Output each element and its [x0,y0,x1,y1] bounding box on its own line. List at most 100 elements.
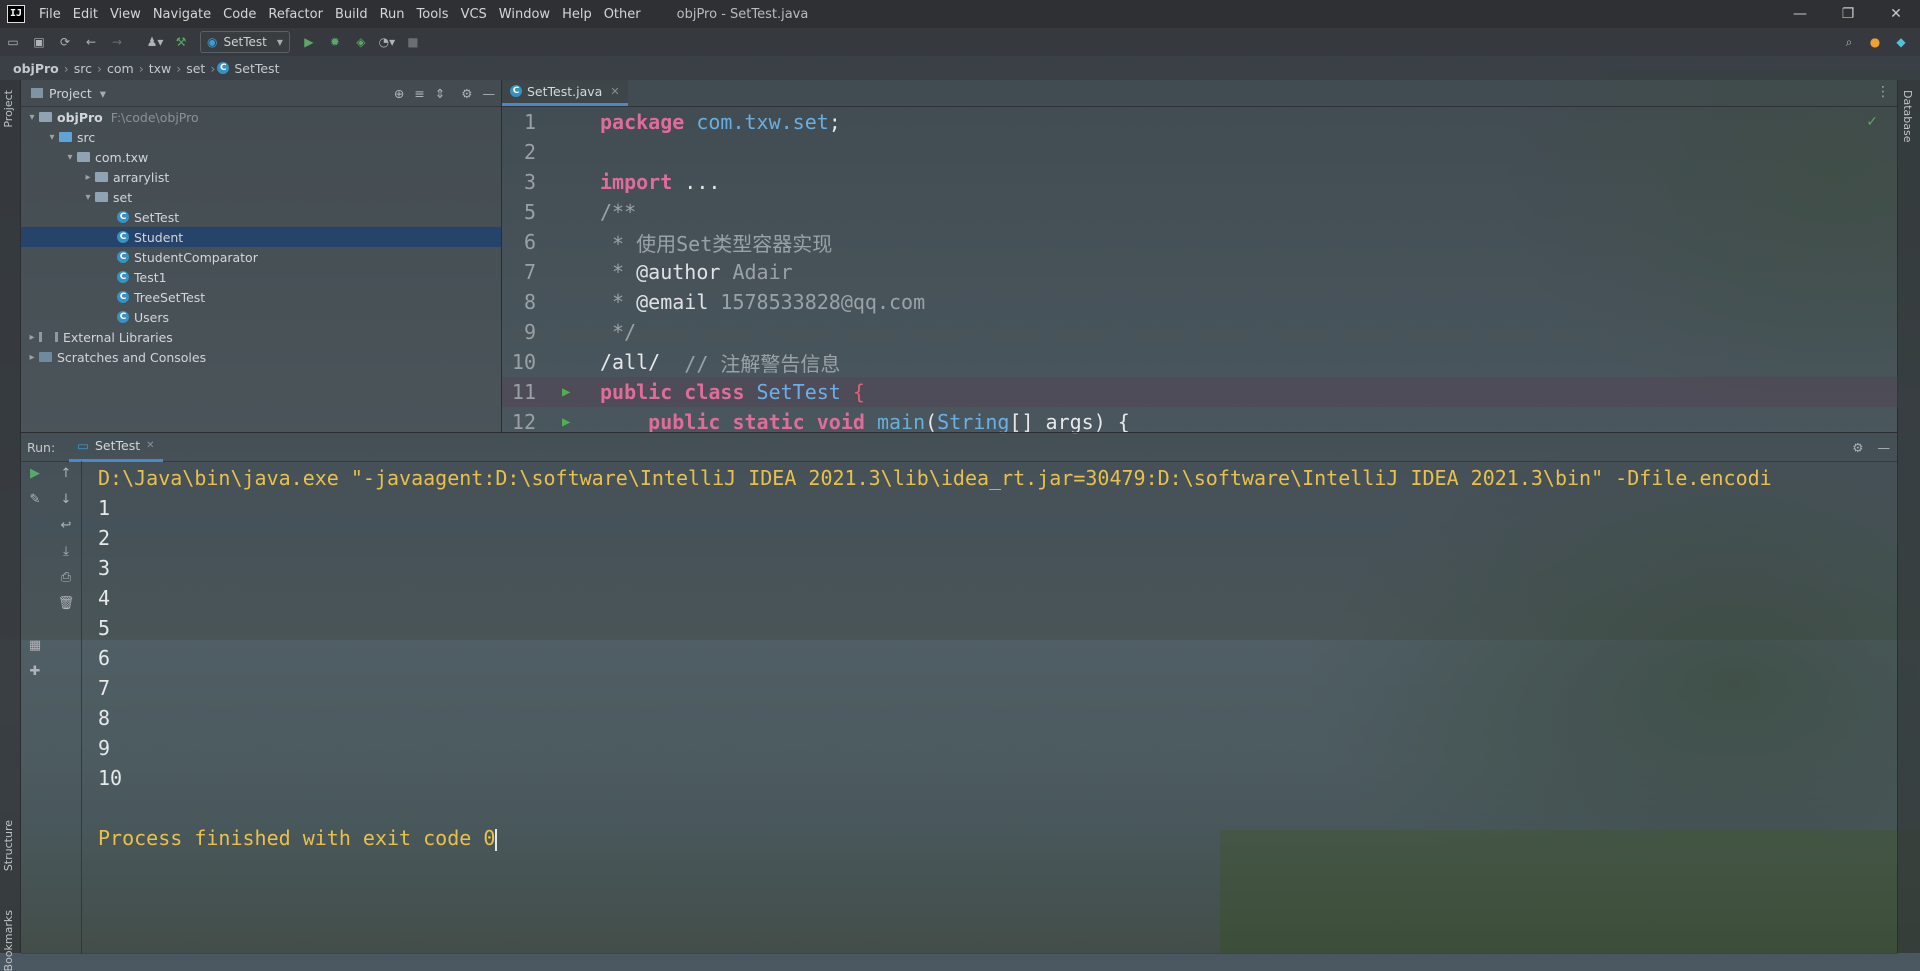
code-editor[interactable]: 1 package com.txw.set; 2 3 import ... 5 /** 6 *… [502,107,1898,437]
soft-wrap-icon[interactable]: ↩ [51,513,81,539]
sync-icon[interactable]: ⟳ [54,32,76,52]
breadcrumb-project[interactable]: objPro [10,61,62,76]
code-line[interactable]: 9 */ [502,317,1898,347]
tree-item-class[interactable]: C SetTest [21,207,501,227]
open-folder-icon[interactable]: ▭ [2,32,24,52]
code-line[interactable]: 6 * 使用Set类型容器实现 [502,227,1898,257]
code-line[interactable]: 10/all/ // 注解警告信息 [502,347,1898,377]
menu-run[interactable]: Run [374,7,411,22]
run-gutter-icon[interactable]: ▶ [562,384,600,400]
menu-window[interactable]: Window [493,7,556,22]
code-line[interactable]: 7 * @author Adair [502,257,1898,287]
expand-all-icon[interactable]: ≡ [414,86,424,101]
menu-edit[interactable]: Edit [67,7,104,22]
console-output[interactable]: D:\Java\bin\java.exe "-javaagent:D:\soft… [98,463,1894,954]
chevron-right-icon[interactable]: ▸ [25,332,39,343]
run-tab-settest[interactable]: ▭ SetTest ✕ [69,433,163,462]
menu-vcs[interactable]: VCS [455,7,493,22]
code-line[interactable]: 8 * @email 1578533828@qq.com [502,287,1898,317]
chevron-right-icon[interactable]: ▸ [25,352,39,363]
tree-item-class[interactable]: C Users [21,307,501,327]
chevron-down-icon[interactable]: ▾ [63,152,77,163]
code-line[interactable]: 1 package com.txw.set; [502,107,1898,137]
code-line[interactable]: 2 [502,137,1898,167]
database-tool-tab[interactable]: Database [1901,90,1914,143]
back-arrow-icon[interactable]: ← [80,32,102,52]
forward-arrow-icon[interactable]: → [106,32,128,52]
tree-item-src[interactable]: ▾ src [21,127,501,147]
down-arrow-icon[interactable]: ↓ [51,487,81,513]
tree-item-class[interactable]: C StudentComparator [21,247,501,267]
tree-item-set[interactable]: ▾ set [21,187,501,207]
run-configuration-select[interactable]: ◉ SetTest ▾ [200,31,290,53]
tree-item-class[interactable]: C Test1 [21,267,501,287]
scroll-to-end-icon[interactable]: ⤓ [51,539,81,565]
print-icon[interactable]: ⎙ [51,565,81,591]
run-icon[interactable]: ▶ [298,32,320,52]
tab-settest-java[interactable]: C SetTest.java ✕ [502,79,628,106]
trash-icon[interactable]: 🗑 [51,591,81,617]
project-view-select[interactable]: Project [49,86,92,101]
minimize-button[interactable]: — [1776,0,1824,28]
hide-icon[interactable]: — [483,86,496,101]
vcs-user-icon[interactable]: ♟▾ [144,32,166,52]
build-hammer-icon[interactable]: ⚒ [170,32,192,52]
bookmarks-tool-tab[interactable]: Bookmarks [2,910,15,971]
tree-item-scratches[interactable]: ▸ Scratches and Consoles [21,347,501,367]
gear-icon[interactable]: ⚙ [461,86,472,101]
tree-item-class[interactable]: C Student [21,227,501,247]
chevron-down-icon[interactable]: ▾ [100,86,106,101]
menu-other[interactable]: Other [598,7,647,22]
save-all-icon[interactable]: ▣ [28,32,50,52]
tree-item-class[interactable]: C TreeSetTest [21,287,501,307]
menu-help[interactable]: Help [556,7,598,22]
wrench-icon[interactable]: ✎ [21,487,49,513]
restore-button[interactable]: ❐ [1824,0,1872,28]
code-line[interactable]: 11 ▶ public class SetTest { [502,377,1898,407]
breadcrumb-set[interactable]: set [183,61,208,76]
coverage-icon[interactable]: ◈ [350,32,372,52]
menu-view[interactable]: View [104,7,147,22]
inspection-ok-icon[interactable]: ✓ [1866,114,1878,130]
breadcrumb-com[interactable]: com [104,61,137,76]
chevron-down-icon[interactable]: ▾ [81,192,95,203]
update-icon[interactable]: ● [1864,32,1886,52]
locate-icon[interactable]: ⊕ [394,86,404,101]
structure-tool-tab[interactable]: Structure [2,820,15,871]
run-gutter-icon[interactable]: ▶ [562,414,600,430]
rerun-icon[interactable]: ▶ [21,461,49,487]
collapse-all-icon[interactable]: ⇕ [435,86,445,101]
tree-item-com-txw[interactable]: ▾ com.txw [21,147,501,167]
close-icon[interactable]: ✕ [610,85,619,98]
close-window-button[interactable]: ✕ [1872,0,1920,28]
pin-icon[interactable]: ✚ [21,659,49,685]
menu-refactor[interactable]: Refactor [262,7,329,22]
breadcrumb-src[interactable]: src [71,61,95,76]
search-icon[interactable]: ⌕ [1838,32,1860,52]
hide-icon[interactable]: — [1878,440,1891,455]
tree-item-objpro[interactable]: ▾ objPro F:\code\objPro [21,107,501,127]
stop-icon[interactable]: ■ [402,32,424,52]
plugin-icon[interactable]: ◆ [1890,32,1912,52]
tree-item-arrarylist[interactable]: ▸ arrarylist [21,167,501,187]
more-options-icon[interactable]: ⋮ [1876,84,1890,100]
breadcrumb-txw[interactable]: txw [146,61,175,76]
menu-navigate[interactable]: Navigate [147,7,217,22]
tree-item-external-libraries[interactable]: ▸ External Libraries [21,327,501,347]
menu-code[interactable]: Code [217,7,262,22]
layout-icon[interactable]: ▦ [21,633,49,659]
project-tool-tab[interactable]: Project [2,90,15,128]
menu-file[interactable]: File [33,7,67,22]
code-line[interactable]: 3 import ... [502,167,1898,197]
code-line[interactable]: 5 /** [502,197,1898,227]
menu-build[interactable]: Build [329,7,374,22]
profile-icon[interactable]: ◔▾ [376,32,398,52]
gear-icon[interactable]: ⚙ [1852,440,1863,455]
chevron-down-icon[interactable]: ▾ [25,112,39,123]
chevron-right-icon[interactable]: ▸ [81,172,95,183]
breadcrumb-settest[interactable]: SetTest [234,61,282,76]
menu-tools[interactable]: Tools [411,7,455,22]
up-arrow-icon[interactable]: ↑ [51,461,81,487]
close-icon[interactable]: ✕ [146,440,154,451]
chevron-down-icon[interactable]: ▾ [45,132,59,143]
